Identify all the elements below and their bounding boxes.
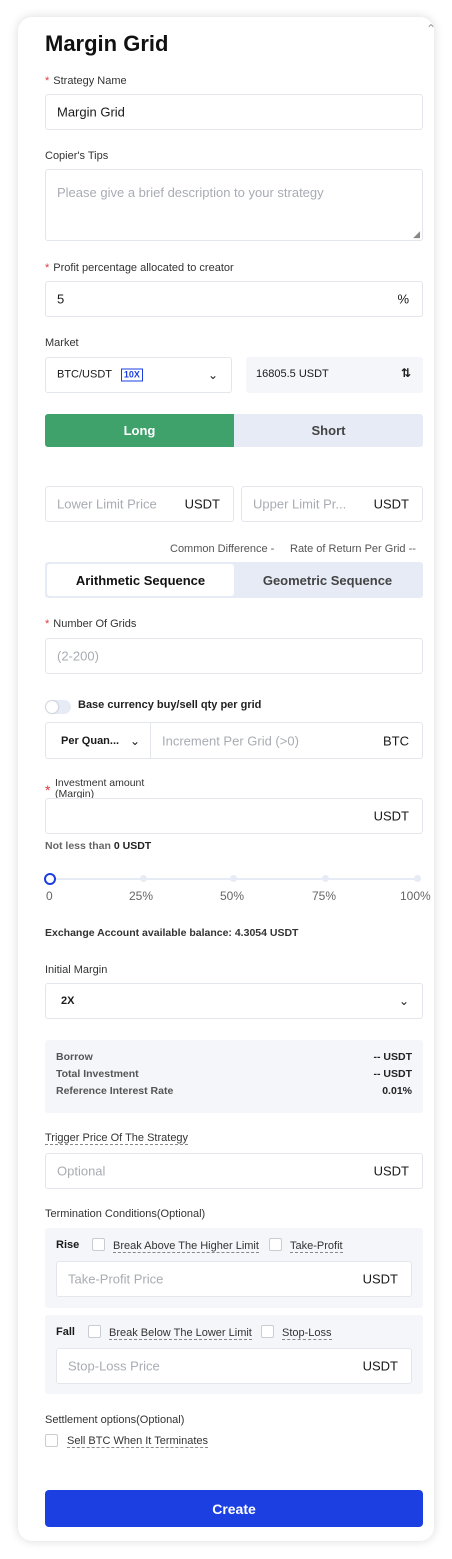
investment-label: Investment amount (Margin) — [55, 777, 145, 800]
slider-dot-75[interactable] — [322, 875, 329, 882]
stop-loss-checkbox[interactable] — [261, 1325, 274, 1338]
trigger-label: Trigger Price Of The Strategy — [45, 1132, 189, 1145]
market-price: 16805.5 USDT — [256, 368, 329, 380]
total-investment-value: -- USDT — [373, 1068, 413, 1080]
stop-loss-unit: USDT — [362, 1358, 398, 1374]
strategy-name-label: * Strategy Name — [45, 75, 127, 87]
slider-dot-25[interactable] — [140, 875, 147, 882]
trigger-input[interactable]: Optional USDT — [45, 1153, 423, 1189]
slider-tick-100: 100% — [400, 889, 431, 903]
upper-limit-input[interactable]: Upper Limit Pr... USDT — [241, 486, 423, 522]
slider-tick-0: 0 — [46, 889, 53, 903]
grids-placeholder: (2-200) — [57, 648, 99, 664]
lower-limit-input[interactable]: Lower Limit Price USDT — [45, 486, 234, 522]
break-below-label: Break Below The Lower Limit — [109, 1327, 252, 1340]
common-difference: Common Difference - — [170, 543, 275, 555]
initial-margin-select[interactable]: 2X ⌄ — [45, 983, 423, 1019]
termination-label: Termination Conditions(Optional) — [45, 1208, 206, 1220]
investment-input[interactable]: USDT — [45, 798, 423, 834]
market-label: Market — [45, 337, 79, 349]
chevron-down-icon: ⌄ — [129, 733, 140, 748]
create-button[interactable]: Create — [45, 1490, 423, 1527]
upper-limit-placeholder: Upper Limit Pr... — [253, 496, 347, 512]
lower-limit-placeholder: Lower Limit Price — [57, 496, 157, 512]
available-balance: Exchange Account available balance: 4.30… — [45, 927, 299, 939]
short-tab[interactable]: Short — [234, 414, 423, 447]
chevron-down-icon: ⌄ — [207, 368, 218, 382]
rate-of-return: Rate of Return Per Grid -- — [290, 543, 416, 555]
take-profit-input[interactable]: Take-Profit Price USDT — [56, 1261, 412, 1297]
take-profit-label: Take-Profit — [290, 1240, 343, 1253]
toggle-knob — [46, 701, 58, 713]
strategy-name-input[interactable]: Margin Grid — [45, 94, 423, 130]
long-tab[interactable]: Long — [45, 414, 234, 447]
profit-value: 5 — [57, 291, 65, 307]
per-quantity-value: Per Quan... — [61, 734, 120, 747]
initial-margin-label: Initial Margin — [45, 964, 108, 976]
market-select[interactable]: BTC/USDT 10X ⌄ — [45, 357, 232, 393]
rise-box: Rise Break Above The Higher Limit Take-P… — [45, 1228, 423, 1308]
initial-margin-value: 2X — [61, 995, 75, 1007]
total-investment-label: Total Investment — [56, 1068, 139, 1080]
swap-icon[interactable]: ⇅ — [401, 366, 411, 380]
investment-unit: USDT — [373, 808, 409, 824]
per-quantity-select[interactable]: Per Quan... ⌄ — [45, 722, 151, 759]
geometric-tab[interactable]: Geometric Sequence — [234, 564, 421, 596]
toggle-switch[interactable] — [45, 700, 71, 714]
take-profit-checkbox[interactable] — [269, 1238, 282, 1251]
tips-placeholder: Please give a brief description to your … — [57, 185, 324, 200]
fall-title: Fall — [56, 1326, 75, 1338]
increment-input[interactable]: Increment Per Grid (>0) BTC — [150, 722, 423, 759]
leverage-badge: 10X — [120, 368, 143, 382]
margin-summary: Borrow -- USDT Total Investment -- USDT … — [45, 1040, 423, 1113]
tips-textarea[interactable]: Please give a brief description to your … — [45, 169, 423, 241]
break-above-label: Break Above The Higher Limit — [113, 1240, 259, 1253]
required-mark: * — [45, 782, 51, 798]
resize-handle-icon[interactable]: ◢ — [413, 229, 420, 240]
slider-tick-25: 25% — [129, 889, 154, 903]
sell-btc-label: Sell BTC When It Terminates — [67, 1435, 209, 1448]
settlement-label: Settlement options(Optional) — [45, 1414, 185, 1426]
increment-placeholder: Increment Per Grid (>0) — [162, 733, 299, 748]
slider-tick-50: 50% — [220, 889, 245, 903]
borrow-label: Borrow — [56, 1051, 93, 1063]
take-profit-unit: USDT — [362, 1271, 398, 1287]
stop-loss-placeholder: Stop-Loss Price — [68, 1358, 160, 1374]
slider-dot-50[interactable] — [230, 875, 237, 882]
slider-handle[interactable] — [44, 873, 56, 885]
fall-box: Fall Break Below The Lower Limit Stop-Lo… — [45, 1315, 423, 1394]
percent-unit: % — [397, 291, 409, 307]
market-price-box: 16805.5 USDT ⇅ — [246, 357, 423, 393]
profit-label: * Profit percentage allocated to creator — [45, 262, 234, 274]
page-title: Margin Grid — [45, 31, 169, 56]
take-profit-placeholder: Take-Profit Price — [68, 1271, 164, 1287]
slider-dot-100[interactable] — [414, 875, 421, 882]
lower-limit-unit: USDT — [184, 496, 220, 512]
break-below-checkbox[interactable] — [88, 1325, 101, 1338]
arithmetic-tab[interactable]: Arithmetic Sequence — [47, 564, 234, 596]
slider-tick-75: 75% — [312, 889, 337, 903]
upper-limit-unit: USDT — [373, 496, 409, 512]
min-investment-note: Not less than 0 USDT — [45, 840, 152, 852]
close-icon[interactable]: ⌃ — [426, 22, 436, 36]
rise-title: Rise — [56, 1239, 80, 1251]
base-toggle-label: Base currency buy/sell qty per grid — [78, 699, 262, 711]
profit-input[interactable]: 5 % — [45, 281, 423, 317]
trigger-placeholder: Optional — [57, 1163, 106, 1179]
chevron-down-icon: ⌄ — [398, 994, 409, 1008]
market-pair: BTC/USDT 10X — [57, 368, 143, 382]
break-above-checkbox[interactable] — [92, 1238, 105, 1251]
grids-input[interactable]: (2-200) — [45, 638, 423, 674]
increment-unit: BTC — [383, 733, 409, 748]
tips-label: Copier's Tips — [45, 150, 109, 162]
borrow-value: -- USDT — [373, 1051, 413, 1063]
sell-btc-checkbox[interactable] — [45, 1434, 58, 1447]
stop-loss-label: Stop-Loss — [282, 1327, 332, 1340]
grids-label: * Number Of Grids — [45, 618, 137, 630]
stop-loss-input[interactable]: Stop-Loss Price USDT — [56, 1348, 412, 1384]
trigger-unit: USDT — [373, 1163, 409, 1179]
strategy-name-value: Margin Grid — [57, 104, 125, 120]
interest-rate-value: 0.01% — [382, 1085, 412, 1097]
interest-rate-label: Reference Interest Rate — [56, 1085, 174, 1097]
